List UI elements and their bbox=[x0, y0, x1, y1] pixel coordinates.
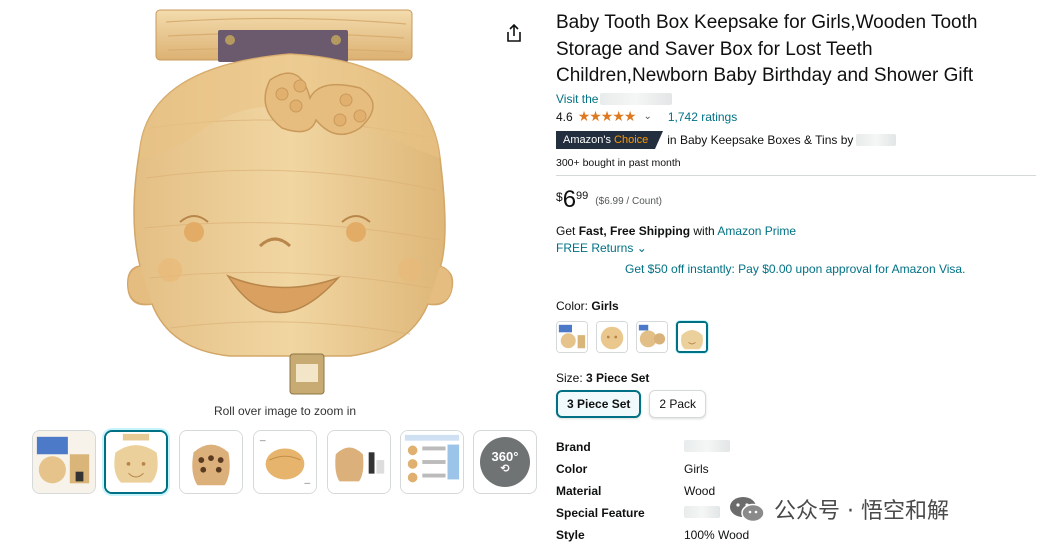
store-link[interactable]: Visit the bbox=[556, 92, 1026, 106]
product-title: Baby Tooth Box Keepsake for Girls,Wooden… bbox=[556, 12, 978, 86]
spec-key: Special Feature bbox=[556, 506, 645, 520]
redacted-brand bbox=[600, 92, 673, 105]
spec-value: Girls bbox=[684, 462, 709, 476]
size-options: 3 Piece Set 2 Pack bbox=[556, 389, 1026, 418]
spec-value: Wood bbox=[684, 484, 716, 498]
spec-value bbox=[684, 439, 730, 455]
redacted-brand bbox=[856, 133, 897, 146]
spec-row: Material Wood bbox=[556, 480, 749, 502]
product-specs-table: Brand Color Girls Material Wood Special … bbox=[556, 436, 749, 546]
price-block: $ 6 99 ($6.99 / Count) bbox=[556, 185, 1026, 213]
divider bbox=[556, 174, 1036, 176]
color-swatches bbox=[556, 320, 1026, 353]
thumbnail-image[interactable] bbox=[400, 430, 464, 494]
color-swatch[interactable] bbox=[596, 320, 628, 353]
choice-prefix: Amazon's bbox=[563, 133, 611, 146]
watermark: 公众号 · 悟空和解 bbox=[728, 493, 949, 525]
color-label-text: Color: bbox=[556, 298, 589, 313]
thumbnail-image[interactable] bbox=[179, 430, 243, 494]
thumbnail-image-selected[interactable] bbox=[104, 430, 168, 494]
color-swatch[interactable] bbox=[636, 320, 668, 353]
color-selected-value: Girls bbox=[591, 298, 619, 313]
shipping-info: Get Fast, Free Shipping with Amazon Prim… bbox=[556, 224, 1026, 238]
store-link-text: Visit the bbox=[556, 91, 599, 106]
spec-row: Brand bbox=[556, 436, 749, 458]
rating-row: 4.6 ★★★★★ ⌄ 1,742 ratings bbox=[556, 108, 1026, 126]
thumbnail-image[interactable] bbox=[253, 430, 317, 494]
rotate-360-icon: 360° ⟲ bbox=[480, 437, 530, 487]
size-option-3-piece-set[interactable]: 3 Piece Set bbox=[556, 389, 642, 418]
redacted-feature bbox=[684, 505, 720, 518]
wechat-icon bbox=[730, 497, 765, 523]
zoom-hint: Roll over image to zoom in bbox=[213, 404, 357, 418]
price-symbol: $ bbox=[556, 189, 563, 204]
spec-key: Material bbox=[556, 484, 602, 498]
thumbnail-image[interactable] bbox=[32, 430, 96, 494]
thumbnail-image[interactable] bbox=[327, 430, 391, 494]
shipping-prefix: Get bbox=[556, 223, 576, 238]
price-fraction: 99 bbox=[576, 189, 589, 202]
share-icon bbox=[507, 23, 521, 42]
rotate-arrow-icon: ⟲ bbox=[500, 462, 510, 475]
bought-count: 300+ bought in past month bbox=[556, 156, 681, 169]
chevron-down-icon[interactable]: ⌄ bbox=[643, 111, 651, 122]
amazons-choice-row: Amazon's Choice in Baby Keepsake Boxes &… bbox=[556, 130, 1026, 149]
redacted-brand bbox=[684, 439, 730, 452]
chevron-down-icon: ⌄ bbox=[636, 240, 647, 255]
size-selected-value: 3 Piece Set bbox=[586, 370, 650, 385]
share-button[interactable] bbox=[503, 22, 525, 44]
thumbnail-360[interactable]: 360° ⟲ bbox=[473, 430, 537, 494]
color-label: Color: Girls bbox=[556, 299, 1026, 313]
product-info: Baby Tooth Box Keepsake for Girls,Wooden… bbox=[556, 10, 1036, 418]
size-label-text: Size: bbox=[556, 370, 583, 385]
spec-key: Color bbox=[556, 462, 588, 476]
watermark-text: 公众号 · 悟空和解 bbox=[774, 499, 949, 524]
spec-key: Brand bbox=[556, 440, 591, 454]
spec-key: Style bbox=[556, 528, 585, 542]
unit-price: ($6.99 / Count) bbox=[595, 195, 663, 207]
free-returns-link[interactable]: FREE Returns ⌄ bbox=[556, 241, 1026, 255]
star-rating-icon[interactable]: ★★★★★ bbox=[578, 108, 637, 125]
spec-value: 100% Wood bbox=[684, 528, 750, 542]
color-swatch[interactable] bbox=[556, 320, 588, 353]
amazons-choice-badge: Amazon's Choice bbox=[556, 130, 664, 149]
free-returns-label: FREE Returns bbox=[556, 240, 634, 255]
main-product-image[interactable] bbox=[110, 8, 470, 398]
spec-row: Color Girls bbox=[556, 458, 749, 480]
size-label: Size: 3 Piece Set bbox=[556, 371, 1026, 385]
choice-category-text[interactable]: in Baby Keepsake Boxes & Tins by bbox=[667, 133, 853, 147]
price-whole: 6 bbox=[562, 185, 577, 213]
shipping-with: with bbox=[693, 223, 715, 238]
spec-row: Style 100% Wood bbox=[556, 524, 749, 546]
visa-promo-link[interactable]: Get $50 off instantly: Pay $0.00 upon ap… bbox=[625, 262, 1026, 276]
color-swatch-selected[interactable] bbox=[676, 320, 708, 353]
size-option-2-pack[interactable]: 2 Pack bbox=[649, 389, 707, 418]
rating-value: 4.6 bbox=[556, 109, 573, 124]
amazon-prime-link[interactable]: Amazon Prime bbox=[717, 224, 796, 238]
spec-row: Special Feature bbox=[556, 502, 749, 524]
ratings-count-link[interactable]: 1,742 ratings bbox=[668, 110, 737, 124]
shipping-bold: Fast, Free Shipping bbox=[578, 223, 691, 238]
spec-value bbox=[684, 505, 720, 521]
badge-360-label: 360° bbox=[491, 448, 519, 464]
choice-word: Choice bbox=[614, 133, 649, 146]
